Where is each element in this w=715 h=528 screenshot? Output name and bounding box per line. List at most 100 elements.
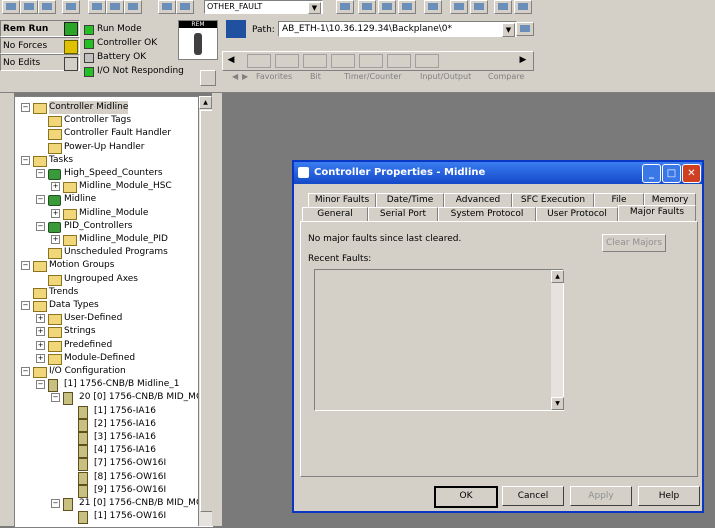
tree-item[interactable]: − 20 [0] 1756-CNB/B MID_MCC1 <box>51 391 213 406</box>
maximize-icon[interactable]: □ <box>662 164 681 183</box>
tree-item[interactable]: [3] 1756-IA16 <box>66 431 213 445</box>
tab-timer-counter[interactable]: Timer/Counter <box>344 72 402 81</box>
tab-compare[interactable]: Compare <box>488 72 524 81</box>
recent-faults-box[interactable]: ▲ ▼ <box>314 269 564 411</box>
scroll-down-icon[interactable]: ▼ <box>551 397 564 410</box>
tree-item[interactable]: − Midline <box>36 193 213 207</box>
tab-general[interactable]: General <box>302 207 368 222</box>
help-button[interactable]: Help <box>638 486 700 506</box>
collapse-icon[interactable]: − <box>36 221 45 231</box>
lock-icon[interactable] <box>64 57 78 71</box>
tree-item[interactable]: Unscheduled Programs <box>36 246 213 260</box>
cut-icon[interactable] <box>88 0 106 14</box>
tree-item[interactable]: − High_Speed_Counters <box>36 167 213 180</box>
scroll-up-icon[interactable]: ▲ <box>551 270 564 283</box>
clear-majors-button[interactable]: Clear Majors <box>602 234 666 252</box>
tree-item[interactable]: + Module-Defined <box>36 352 213 365</box>
tab-user-protocol[interactable]: User Protocol <box>536 207 618 222</box>
close-icon[interactable]: ✕ <box>682 164 701 183</box>
network-icon[interactable] <box>358 0 376 14</box>
network-tree-icon[interactable] <box>516 22 534 36</box>
tree-item[interactable]: + Midline_Module_HSC <box>51 180 213 194</box>
path-combo[interactable]: AB_ETH-1\10.36.129.34\Backplane\0* ▼ <box>278 21 517 37</box>
ok-button[interactable]: OK <box>434 486 498 508</box>
chevron-down-icon[interactable]: ▼ <box>502 23 515 37</box>
collapse-icon[interactable]: − <box>21 301 30 310</box>
tree-item[interactable]: [1] 1756-IA16 <box>66 405 213 419</box>
network3-icon[interactable] <box>398 0 416 14</box>
copy-icon[interactable] <box>106 0 124 14</box>
scroll-right-icon[interactable]: ▶ <box>517 54 529 66</box>
save-icon[interactable] <box>38 0 56 14</box>
print-icon[interactable] <box>62 0 80 14</box>
tree-item[interactable]: Ungrouped Axes <box>36 273 213 286</box>
tree-item[interactable]: Trends <box>21 286 211 299</box>
expand-icon[interactable]: + <box>36 314 45 324</box>
collapse-icon[interactable]: − <box>21 103 30 112</box>
network2-icon[interactable] <box>378 0 396 14</box>
tree-item[interactable]: − Motion Groups <box>21 259 211 273</box>
scroll-up-icon[interactable]: ▲ <box>199 96 212 109</box>
tab-major-faults[interactable]: Major Faults <box>618 205 696 221</box>
splitter[interactable] <box>212 93 222 526</box>
tab-bit[interactable]: Bit <box>310 72 321 81</box>
check-icon[interactable] <box>450 0 468 14</box>
check2-icon[interactable] <box>470 0 488 14</box>
branch-level-icon[interactable] <box>303 54 327 68</box>
tab-sfc-execution[interactable]: SFC Execution <box>512 193 594 208</box>
tree-item[interactable]: [7] 1756-OW16I <box>66 457 213 472</box>
fault-combo[interactable]: OTHER_FAULT ▼ <box>204 0 323 14</box>
tab-system-protocol[interactable]: System Protocol <box>438 207 536 222</box>
expand-icon[interactable]: + <box>51 182 60 192</box>
dialog-title-bar[interactable]: Controller Properties - Midline _ □ ✕ <box>294 162 702 184</box>
collapse-icon[interactable]: − <box>21 261 30 271</box>
paste-icon[interactable] <box>124 0 142 14</box>
tree-scrollbar[interactable]: ▲ <box>198 96 213 526</box>
undo-icon[interactable] <box>158 0 176 14</box>
tree-item[interactable]: [8] 1756-OW16I <box>66 471 213 485</box>
tree-item[interactable]: − Data Types <box>21 299 211 312</box>
tree-item[interactable]: + Midline_Module <box>51 207 213 220</box>
collapse-icon[interactable]: − <box>51 393 60 403</box>
rung-icon[interactable] <box>247 54 271 68</box>
xic-icon[interactable] <box>331 54 355 68</box>
tree-item[interactable]: − Controller Midline <box>21 101 211 114</box>
new-file-icon[interactable] <box>2 0 20 14</box>
tree-item[interactable]: − 21 [0] 1756-CNB/B MID_MCC2 <box>51 497 213 511</box>
collapse-icon[interactable]: − <box>36 195 45 205</box>
tree-item[interactable]: − I/O Configuration <box>21 365 211 378</box>
forces-indicator-icon[interactable] <box>64 40 78 54</box>
tree-item[interactable]: [4] 1756-IA16 <box>66 444 213 459</box>
tree-item[interactable]: + Predefined <box>36 339 213 352</box>
tree-item[interactable]: Controller Fault Handler <box>36 127 213 141</box>
tab-minor-faults[interactable]: Minor Faults <box>308 193 376 208</box>
zoom-out-icon[interactable] <box>514 0 532 14</box>
tree-item[interactable]: [9] 1756-OW16I <box>66 484 213 498</box>
tree-item[interactable]: + Strings <box>36 325 213 339</box>
tree-item[interactable]: + Midline_Module_PID <box>51 233 213 246</box>
expand-icon[interactable]: + <box>51 235 60 244</box>
tab-scroll-left-icon[interactable]: ◀ <box>232 72 238 81</box>
expand-icon[interactable]: + <box>36 340 45 350</box>
collapse-icon[interactable]: − <box>21 155 30 165</box>
network-path-icon[interactable] <box>226 20 246 38</box>
chevron-down-icon[interactable]: ▼ <box>308 2 321 14</box>
expand-icon[interactable]: + <box>36 353 45 363</box>
apply-button[interactable]: Apply <box>570 486 632 506</box>
collapse-icon[interactable]: − <box>36 380 45 390</box>
battery-icon[interactable] <box>200 70 216 86</box>
expand-icon[interactable]: + <box>36 327 45 337</box>
cancel-button[interactable]: Cancel <box>502 486 564 506</box>
tree-item[interactable]: − Tasks <box>21 154 211 167</box>
tree-item[interactable]: Controller Tags <box>36 114 213 128</box>
redo-icon[interactable] <box>176 0 194 14</box>
expand-icon[interactable]: + <box>51 208 60 218</box>
minimize-icon[interactable]: _ <box>642 164 661 183</box>
tab-date-time[interactable]: Date/Time <box>376 193 444 208</box>
tab-scroll-right-icon[interactable]: ▶ <box>242 72 248 81</box>
scroll-left-icon[interactable]: ◀ <box>225 54 237 66</box>
tree-item[interactable]: − PID_Controllers <box>36 220 213 233</box>
tree-item[interactable]: + User-Defined <box>36 312 213 326</box>
tab-serial-port[interactable]: Serial Port <box>368 207 438 222</box>
tree-item[interactable]: [2] 1756-IA16 <box>66 418 213 432</box>
